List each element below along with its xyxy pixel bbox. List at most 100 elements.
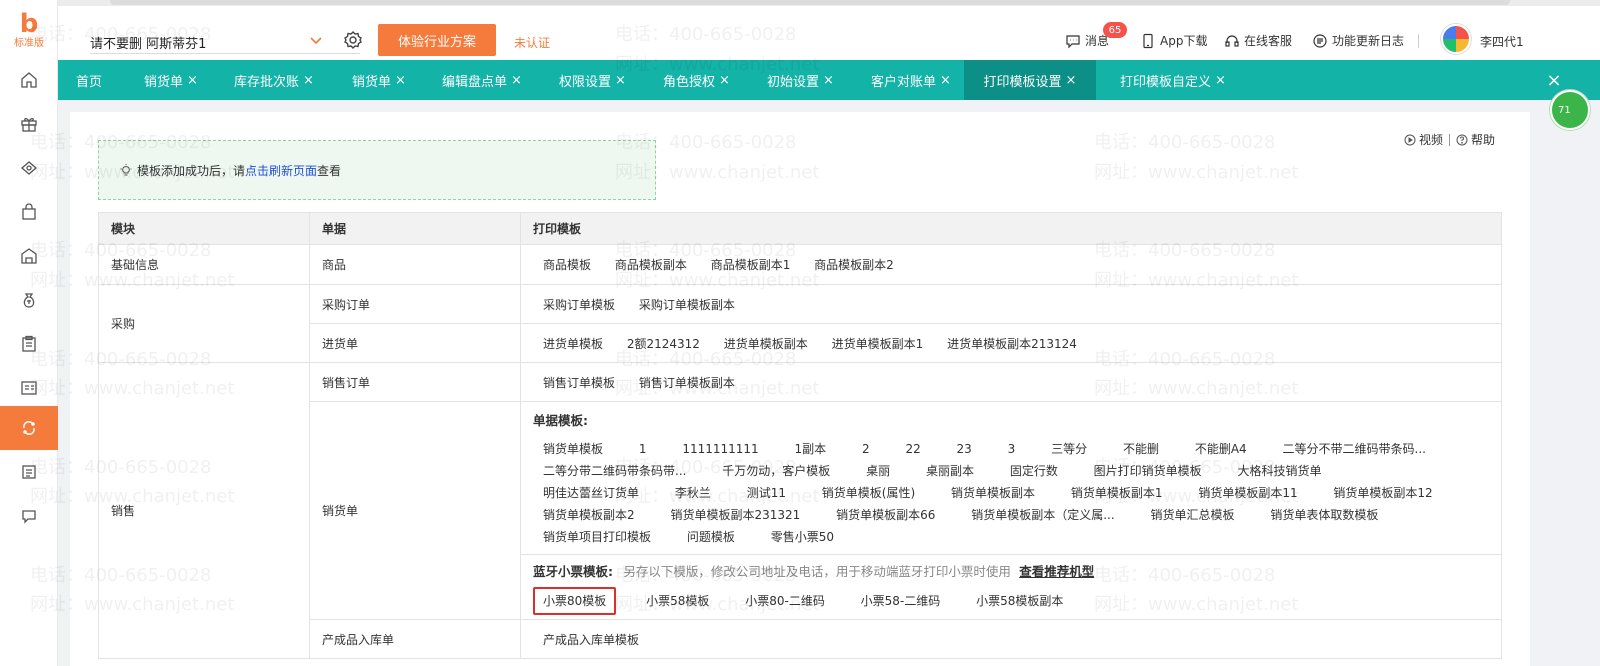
- template-item[interactable]: 商品模板副本2: [814, 256, 894, 273]
- tab-close-icon[interactable]: ×: [719, 73, 730, 88]
- sidebar-item-finance[interactable]: [0, 278, 58, 322]
- template-item[interactable]: 小票80-二维码: [745, 591, 825, 611]
- sidebar-item-purchase[interactable]: [0, 146, 58, 190]
- tab-inventory-batch[interactable]: 库存批次账 ×: [234, 60, 314, 100]
- avatar[interactable]: [1441, 24, 1471, 54]
- template-item[interactable]: 进货单模板副本: [724, 335, 808, 352]
- refresh-page-link[interactable]: 点击刷新页面: [245, 162, 317, 179]
- tab-customer-statement[interactable]: 客户对账单 ×: [871, 60, 951, 100]
- top-scrollbar[interactable]: [110, 0, 1510, 5]
- template-item[interactable]: 22: [905, 438, 920, 460]
- template-item[interactable]: 销货单模板副本: [951, 482, 1035, 504]
- template-item[interactable]: 进货单模板副本1: [832, 335, 924, 352]
- app-download-button[interactable]: App下载: [1140, 32, 1207, 49]
- gear-icon[interactable]: [343, 30, 363, 50]
- template-item[interactable]: 采购订单模板: [543, 296, 615, 313]
- sidebar-item-home[interactable]: [0, 58, 58, 102]
- sidebar-item-settings[interactable]: [0, 406, 58, 450]
- tab-close-icon[interactable]: ×: [1066, 73, 1077, 88]
- chevron-down-icon[interactable]: [308, 32, 324, 48]
- template-item[interactable]: 3: [1008, 438, 1016, 460]
- template-item[interactable]: 三等分: [1051, 438, 1087, 460]
- tab-close-icon[interactable]: ×: [511, 73, 522, 88]
- template-item[interactable]: 销货单汇总模板: [1151, 504, 1235, 526]
- template-item[interactable]: 销货单模板副本11: [1198, 482, 1297, 504]
- template-item[interactable]: 小票58模板: [646, 591, 709, 611]
- template-item[interactable]: 测试11: [747, 482, 786, 504]
- sidebar-item-cards[interactable]: [0, 366, 58, 410]
- template-item[interactable]: 商品模板: [543, 256, 591, 273]
- trial-industry-button[interactable]: 体验行业方案: [378, 24, 496, 56]
- template-item[interactable]: 不能删: [1123, 438, 1159, 460]
- template-item[interactable]: 桌丽: [866, 460, 890, 482]
- template-item[interactable]: 零售小票50: [771, 526, 834, 548]
- help-link[interactable]: 帮助: [1471, 131, 1495, 148]
- tab-role-auth[interactable]: 角色授权 ×: [663, 60, 730, 100]
- template-item[interactable]: 小票58模板副本: [976, 591, 1063, 611]
- template-item[interactable]: 销货单模板副本231321: [670, 504, 800, 526]
- tab-sales-order[interactable]: 销货单 ×: [144, 60, 198, 100]
- template-item[interactable]: 明佳达蕾丝订货单: [543, 482, 639, 504]
- template-item[interactable]: 销售订单模板副本: [639, 374, 735, 391]
- tab-permission[interactable]: 权限设置 ×: [559, 60, 626, 100]
- sidebar-item-bag[interactable]: [0, 190, 58, 234]
- floating-assistant-ball[interactable]: 71: [1550, 90, 1590, 130]
- template-item[interactable]: 小票58-二维码: [861, 591, 941, 611]
- template-item[interactable]: 销货单表体取数模板: [1270, 504, 1378, 526]
- company-selector[interactable]: 请不要删 阿斯蒂芬1: [90, 33, 206, 52]
- sidebar-item-gift[interactable]: [0, 102, 58, 146]
- user-name[interactable]: 李四代1: [1480, 33, 1524, 50]
- tab-close-icon[interactable]: ×: [940, 73, 951, 88]
- sidebar-item-warehouse[interactable]: [0, 234, 58, 278]
- template-item[interactable]: 商品模板副本1: [711, 256, 791, 273]
- template-item[interactable]: 固定行数: [1010, 460, 1058, 482]
- template-item[interactable]: 进货单模板: [543, 335, 603, 352]
- template-item[interactable]: 产成品入库单模板: [543, 631, 639, 648]
- tab-close-icon[interactable]: ×: [615, 73, 626, 88]
- tab-home[interactable]: 首页: [76, 60, 102, 100]
- tab-print-template-custom[interactable]: 打印模板自定义 ×: [1120, 60, 1226, 100]
- sidebar-item-report[interactable]: [0, 322, 58, 366]
- close-all-tabs-icon[interactable]: ×: [1544, 70, 1564, 91]
- template-item[interactable]: 李秋兰: [675, 482, 711, 504]
- template-item[interactable]: 进货单模板副本213124: [947, 335, 1077, 352]
- logo[interactable]: b 标准版: [0, 10, 58, 58]
- template-item-highlighted[interactable]: 小票80模板: [533, 587, 617, 615]
- sidebar-item-news[interactable]: [0, 450, 58, 494]
- template-item[interactable]: 销货单模板副本1: [1071, 482, 1163, 504]
- template-item[interactable]: 商品模板副本: [615, 256, 687, 273]
- template-item[interactable]: 2: [862, 438, 870, 460]
- messages-button[interactable]: 消息: [1065, 32, 1109, 49]
- template-item[interactable]: 销货单模板副本（定义属...: [971, 504, 1114, 526]
- template-item[interactable]: 千万勿动，客户模板: [722, 460, 830, 482]
- tab-sales-order-2[interactable]: 销货单 ×: [352, 60, 406, 100]
- template-item[interactable]: 二等分不带二维码带条码...: [1283, 438, 1426, 460]
- template-item[interactable]: 2额2124312: [627, 335, 700, 352]
- tab-print-template-settings[interactable]: 打印模板设置 ×: [964, 60, 1096, 100]
- template-item[interactable]: 桌丽副本: [926, 460, 974, 482]
- template-item[interactable]: 问题模板: [687, 526, 735, 548]
- template-item[interactable]: 1: [639, 438, 647, 460]
- unverified-link[interactable]: 未认证: [514, 34, 550, 51]
- recommended-models-link[interactable]: 查看推荐机型: [1019, 564, 1094, 579]
- template-item[interactable]: 1111111111: [682, 438, 758, 460]
- template-item[interactable]: 销货单模板副本66: [836, 504, 935, 526]
- tab-close-icon[interactable]: ×: [395, 73, 406, 88]
- template-item[interactable]: 销货单模板副本12: [1333, 482, 1432, 504]
- template-item[interactable]: 大格科技销货单: [1238, 460, 1322, 482]
- changelog-button[interactable]: 功能更新日志: [1312, 32, 1404, 49]
- tab-close-icon[interactable]: ×: [187, 73, 198, 88]
- template-item[interactable]: 采购订单模板副本: [639, 296, 735, 313]
- tab-edit-stocktake[interactable]: 编辑盘点单 ×: [442, 60, 522, 100]
- template-item[interactable]: 图片打印销货单模板: [1094, 460, 1202, 482]
- online-service-button[interactable]: 在线客服: [1224, 32, 1292, 49]
- template-item[interactable]: 销货单模板: [543, 438, 603, 460]
- video-link[interactable]: 视频: [1419, 131, 1443, 148]
- tab-close-icon[interactable]: ×: [303, 73, 314, 88]
- sidebar-item-chat[interactable]: [0, 494, 58, 538]
- template-item[interactable]: 23: [957, 438, 972, 460]
- template-item[interactable]: 销货单模板(属性): [822, 482, 915, 504]
- tab-close-icon[interactable]: ×: [1215, 73, 1226, 88]
- template-item[interactable]: 二等分带二维码带条码带...: [543, 460, 686, 482]
- tab-initial-settings[interactable]: 初始设置 ×: [767, 60, 834, 100]
